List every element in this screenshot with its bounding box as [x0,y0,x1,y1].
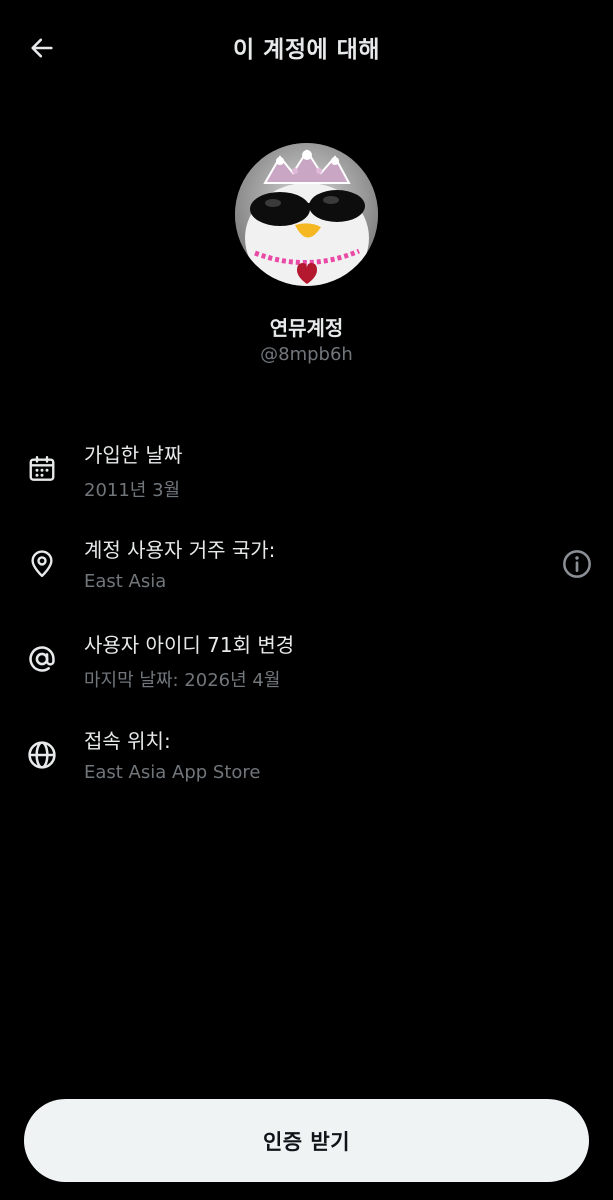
location-pin-icon [23,545,61,583]
account-country-value: East Asia [84,571,167,592]
get-verified-button[interactable]: 인증 받기 [24,1099,589,1182]
calendar-icon [23,450,61,488]
account-country-row: 계정 사용자 거주 국가: East Asia [0,533,613,613]
connected-via-label: 접속 위치: [84,729,171,753]
username-changes-label: 사용자 아이디 71회 변경 [84,633,295,657]
joined-date-label: 가입한 날짜 [84,443,183,467]
username-changes-row: 사용자 아이디 71회 변경 마지막 날짜: 2026년 4월 [0,628,613,708]
globe-icon [23,736,61,774]
info-circle-icon [563,550,591,578]
account-country-label: 계정 사용자 거주 국가: [84,538,276,562]
connected-via-value: East Asia App Store [84,762,261,783]
joined-date-row: 가입한 날짜 2011년 3월 [0,438,613,518]
country-info-button[interactable] [558,545,596,583]
avatar[interactable] [235,143,378,286]
top-bar: 이 계정에 대해 [0,0,613,96]
connected-via-row: 접속 위치: East Asia App Store [0,724,613,804]
avatar-image [235,143,378,286]
username-changes-value: 마지막 날짜: 2026년 4월 [84,670,281,691]
joined-date-value: 2011년 3월 [84,480,181,501]
display-name: 연뮤계정 [269,316,344,340]
page-title: 이 계정에 대해 [233,37,380,63]
at-sign-icon [23,640,61,678]
username-handle: @8mpb6h [260,344,353,365]
